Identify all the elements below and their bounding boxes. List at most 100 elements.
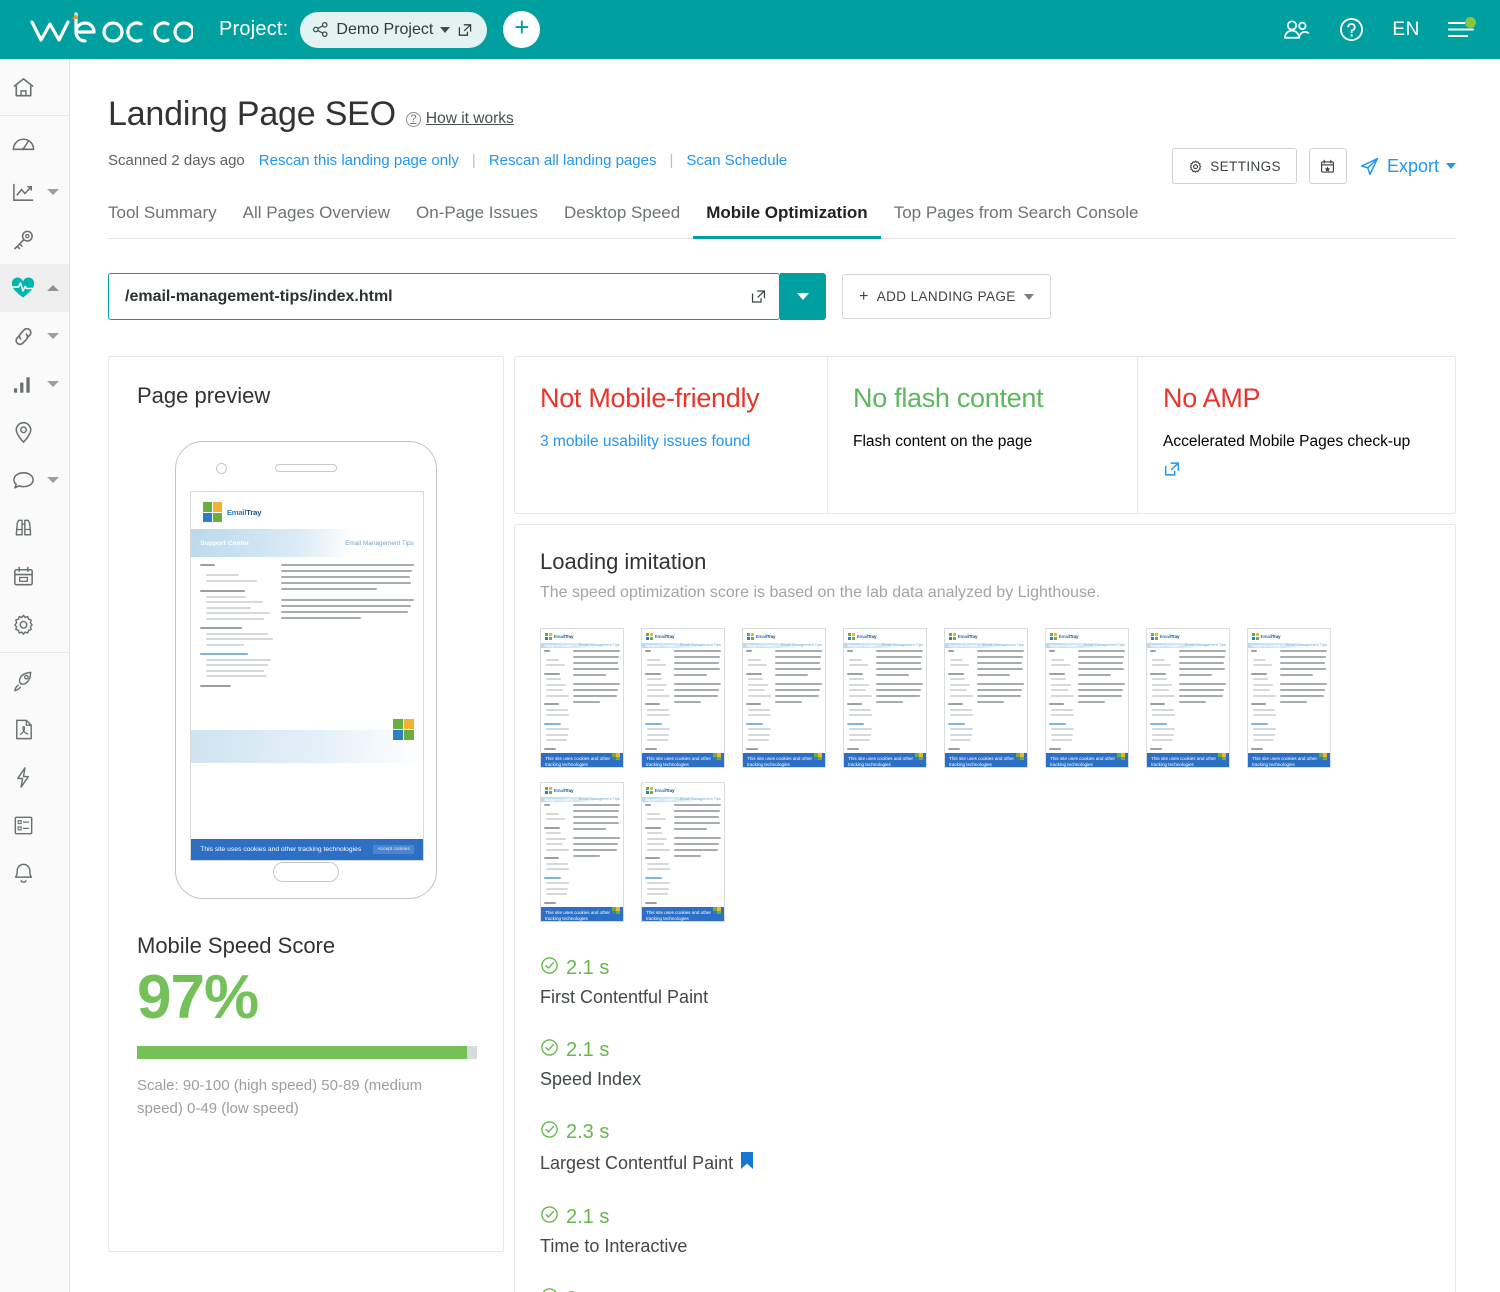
rescan-all-pages-link[interactable]: Rescan all landing pages [489, 152, 657, 169]
binoculars-icon [0, 516, 46, 541]
calendar-icon [0, 564, 46, 589]
check-circle-icon [542, 1288, 557, 1292]
loading-frame: EmailTray Support Center Email Management… [540, 782, 624, 923]
metric-label: Time to Interactive [540, 1236, 688, 1257]
how-it-works-link[interactable]: ? How it works [405, 110, 514, 128]
bolt-icon [0, 765, 46, 790]
landing-page-dropdown-button[interactable] [780, 273, 826, 320]
sidebar-item-traffic[interactable] [0, 360, 69, 408]
pdf-file-icon [0, 717, 46, 742]
check-circle-icon [540, 1287, 559, 1292]
webceo-logo[interactable] [28, 10, 193, 50]
link-icon [0, 324, 46, 349]
external-link-icon[interactable] [457, 22, 473, 38]
phone-mockup-wrapper: EmailTray Support Center Email Managemen… [137, 441, 475, 899]
check-circle-icon [540, 1038, 559, 1063]
gear-icon [1190, 159, 1202, 173]
tab-tool-summary[interactable]: Tool Summary [108, 203, 230, 239]
sidebar-item-scheduler[interactable] [0, 552, 69, 600]
mini-brand-name: EmailTray [226, 507, 262, 517]
metric-value: 0 ms [566, 1288, 609, 1292]
header-actions: SETTINGS Export [1172, 148, 1456, 184]
heartbeat-icon [0, 275, 46, 301]
tab-top-pages-search-console[interactable]: Top Pages from Search Console [881, 203, 1152, 239]
tab-desktop-speed[interactable]: Desktop Speed [551, 203, 693, 239]
calendar-icon [1321, 159, 1335, 173]
sidebar-item-pdf-reports[interactable] [0, 705, 69, 753]
cookie-accept-button: Accept cookies [373, 845, 414, 855]
metric-largest-contentful-paint: 2.3 s Largest Contentful Paint [540, 1120, 990, 1175]
loading-imitation-title: Loading imitation [540, 549, 707, 575]
key-icon [0, 228, 46, 253]
landing-page-url-value[interactable]: /email-management-tips/index.html [109, 288, 750, 306]
chevron-down-icon [1023, 293, 1034, 300]
sidebar-item-backlinks[interactable] [0, 312, 69, 360]
export-button[interactable]: Export [1359, 156, 1456, 177]
sidebar-item-dashboard[interactable] [0, 120, 69, 168]
sidebar-item-rankings[interactable] [0, 168, 69, 216]
sidebar-item-quick-actions[interactable] [0, 753, 69, 801]
phone-mockup: EmailTray Support Center Email Managemen… [175, 441, 437, 899]
title-row: Landing Page SEO ? How it works [108, 95, 1456, 134]
content-area: Page preview EmailTray Support Center Em… [108, 356, 1456, 1292]
top-navigation-bar: Project: Demo Project + EN [0, 0, 1500, 59]
amp-sub[interactable]: Accelerated Mobile Pages check-up [1163, 433, 1410, 450]
sidebar-item-home[interactable] [0, 63, 69, 111]
language-selector[interactable]: EN [1392, 19, 1420, 41]
bookmark-flag-icon [741, 1152, 754, 1170]
send-icon [1360, 157, 1379, 175]
sidebar-item-keywords[interactable] [0, 216, 69, 264]
add-landing-page-button[interactable]: + ADD LANDING PAGE [842, 274, 1051, 319]
bell-icon [0, 861, 46, 886]
flash-content-sub[interactable]: Flash content on the page [853, 433, 1032, 450]
sidebar-group-top [0, 59, 69, 116]
scan-schedule-link[interactable]: Scan Schedule [686, 152, 787, 169]
sidebar-item-boost[interactable] [0, 657, 69, 705]
loading-frame: EmailTray Support Center Email Management… [1146, 628, 1230, 769]
score-scale-note: Scale: 90-100 (high speed) 50-89 (medium… [137, 1077, 423, 1117]
chevron-down-icon[interactable] [47, 477, 59, 483]
mobile-friendly-tile: Not Mobile-friendly 3 mobile usability i… [515, 357, 828, 514]
sidebar-item-local-seo[interactable] [0, 408, 69, 456]
help-icon[interactable] [1339, 17, 1364, 42]
sidebar-item-tasks[interactable] [0, 801, 69, 849]
amp-external-link[interactable] [1163, 460, 1181, 478]
mobile-friendly-title: Not Mobile-friendly [540, 383, 760, 413]
loading-frame: EmailTray Support Center Email Management… [843, 628, 927, 769]
menu-icon[interactable] [1448, 16, 1476, 40]
mobile-usability-issues-link[interactable]: 3 mobile usability issues found [540, 430, 803, 454]
add-project-button[interactable]: + [503, 11, 541, 48]
sidebar-item-settings[interactable] [0, 600, 69, 648]
metric-value: 2.3 s [566, 1121, 610, 1144]
loading-frames: EmailTray Support Center Email Management… [540, 628, 1430, 923]
notification-dot [1465, 16, 1476, 28]
add-landing-page-label: ADD LANDING PAGE [876, 289, 1016, 304]
sidebar-item-site-health[interactable] [0, 264, 69, 312]
project-name: Demo Project [336, 20, 434, 38]
external-link-icon [1164, 462, 1180, 476]
users-icon[interactable] [1282, 19, 1311, 41]
rescan-this-page-link[interactable]: Rescan this landing page only [259, 152, 459, 169]
open-url-button[interactable] [750, 288, 779, 305]
tab-all-pages-overview[interactable]: All Pages Overview [230, 203, 403, 239]
chevron-up-icon[interactable] [47, 285, 59, 291]
landing-page-url-field[interactable]: /email-management-tips/index.html [108, 273, 780, 320]
date-range-button[interactable] [1308, 148, 1347, 184]
check-circle-icon [541, 957, 558, 974]
chevron-down-icon[interactable] [47, 333, 59, 339]
sidebar-item-alerts[interactable] [0, 849, 69, 897]
cookie-text: This site uses cookies and other trackin… [200, 846, 362, 854]
tab-mobile-optimization[interactable]: Mobile Optimization [693, 203, 881, 239]
mini-footer [191, 719, 423, 763]
mini-article-text [281, 563, 414, 730]
metric-first-contentful-paint: 2.1 s First Contentful Paint [540, 956, 990, 1008]
tab-on-page-issues[interactable]: On-Page Issues [403, 203, 551, 239]
sidebar-item-social[interactable] [0, 456, 69, 504]
chevron-down-icon[interactable] [47, 381, 59, 387]
project-selector[interactable]: Demo Project [300, 11, 488, 48]
chevron-down-icon[interactable] [47, 189, 59, 195]
settings-button[interactable]: SETTINGS [1172, 148, 1297, 184]
sidebar-item-competitors[interactable] [0, 504, 69, 552]
loading-frame: EmailTray Support Center Email Management… [641, 782, 725, 923]
speedometer-icon [0, 132, 46, 157]
